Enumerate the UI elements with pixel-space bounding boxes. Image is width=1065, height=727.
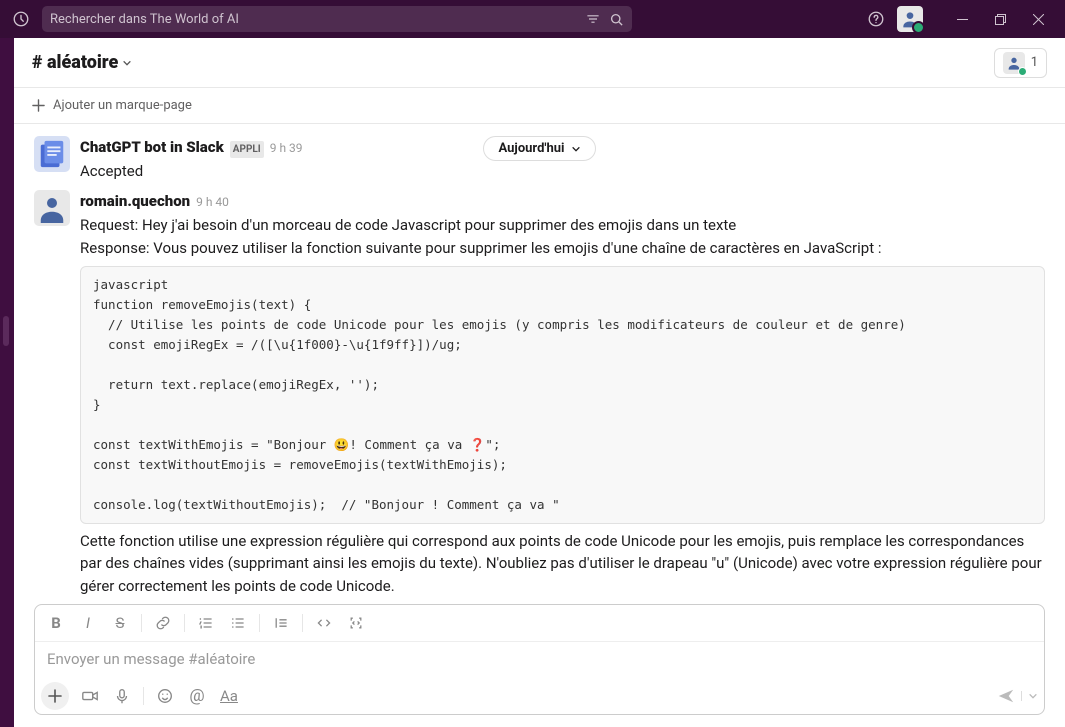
minimize-button[interactable] <box>943 5 981 33</box>
chevron-down-icon <box>122 58 132 68</box>
format-toggle-button[interactable]: Aa <box>214 682 244 710</box>
user-avatar <box>34 190 70 226</box>
member-count-button[interactable]: 1 <box>994 48 1047 78</box>
channel-name-text: # aléatoire <box>32 52 118 73</box>
channel-name-button[interactable]: # aléatoire <box>32 52 132 73</box>
workspace-sidebar <box>0 38 14 727</box>
member-avatar <box>1003 52 1025 74</box>
help-button[interactable] <box>863 6 889 32</box>
bullet-list-button[interactable] <box>223 609 253 637</box>
window-controls <box>943 5 1057 33</box>
message-time: 9 h 40 <box>196 193 229 211</box>
bold-button[interactable]: B <box>41 609 71 637</box>
send-options-button[interactable] <box>1021 691 1038 701</box>
attach-button[interactable] <box>41 682 69 710</box>
message-explanation: Cette fonction utilise une expression ré… <box>80 530 1045 598</box>
chevron-down-icon <box>571 144 581 154</box>
add-bookmark-label: Ajouter un marque-page <box>53 98 192 113</box>
format-toolbar: B I S <box>35 605 1044 642</box>
channel-view: # aléatoire 1 Ajouter un marque-page <box>14 38 1065 727</box>
message-input[interactable]: Envoyer un message #aléatoire <box>35 642 1044 678</box>
codeblock-button[interactable] <box>341 609 371 637</box>
sidebar-selected-indicator <box>3 316 9 346</box>
emoji-button[interactable] <box>150 682 180 710</box>
message-composer: B I S Envoyer un message #aléatoire <box>34 604 1045 715</box>
close-button[interactable] <box>1019 5 1057 33</box>
maximize-button[interactable] <box>981 5 1019 33</box>
history-back-button[interactable] <box>8 6 34 32</box>
blockquote-button[interactable] <box>266 609 296 637</box>
search-placeholder: Rechercher dans The World of AI <box>50 12 577 27</box>
plus-icon <box>32 99 45 112</box>
bookmarks-bar: Ajouter un marque-page <box>14 88 1065 124</box>
message-list[interactable]: Aujourd'hui ChatGPT bot in Slack APPLI 9… <box>14 124 1065 604</box>
message-response-line: Response: Vous pouvez utiliser la foncti… <box>80 237 1045 260</box>
search-box[interactable]: Rechercher dans The World of AI <box>42 6 632 32</box>
user-avatar[interactable] <box>897 6 923 32</box>
search-icon[interactable] <box>609 12 624 27</box>
send-button[interactable] <box>997 687 1038 705</box>
mention-button[interactable]: @ <box>182 682 212 710</box>
channel-header: # aléatoire 1 <box>14 38 1065 88</box>
audio-button[interactable] <box>107 682 137 710</box>
italic-button[interactable]: I <box>73 609 103 637</box>
date-divider-button[interactable]: Aujourd'hui <box>483 136 595 161</box>
ordered-list-button[interactable] <box>191 609 221 637</box>
message-author[interactable]: romain.quechon <box>80 190 190 213</box>
date-divider-label: Aujourd'hui <box>498 141 564 156</box>
add-bookmark-button[interactable]: Ajouter un marque-page <box>32 98 192 113</box>
code-button[interactable] <box>309 609 339 637</box>
strike-button[interactable]: S <box>105 609 135 637</box>
member-count-text: 1 <box>1031 55 1038 70</box>
link-button[interactable] <box>148 609 178 637</box>
message-request-line: Request: Hey j'ai besoin d'un morceau de… <box>80 214 1045 237</box>
filter-icon[interactable] <box>585 11 601 27</box>
titlebar: Rechercher dans The World of AI <box>0 0 1065 38</box>
video-button[interactable] <box>75 682 105 710</box>
composer-actions: @ Aa <box>35 678 1044 714</box>
message-body: Accepted <box>80 160 1045 183</box>
message[interactable]: romain.quechon 9 h 40 Request: Hey j'ai … <box>14 186 1065 601</box>
code-block[interactable]: javascript function removeEmojis(text) {… <box>80 266 1045 524</box>
